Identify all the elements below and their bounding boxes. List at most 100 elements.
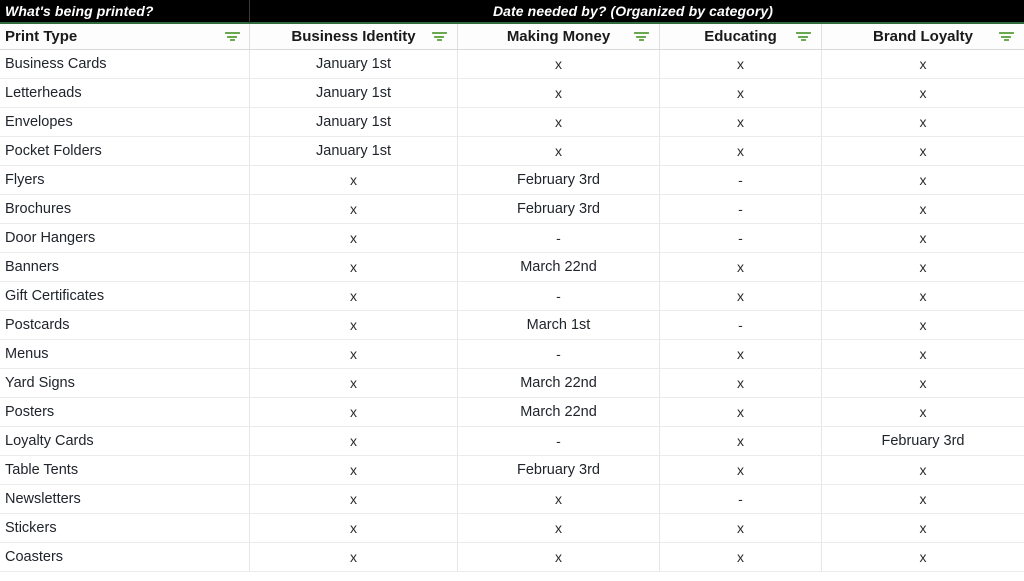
cell-business-identity[interactable]: x [250,514,458,542]
cell-business-identity[interactable]: January 1st [250,50,458,78]
cell-making-money[interactable]: - [458,427,660,455]
cell-educating[interactable]: x [660,282,822,310]
cell-print-type[interactable]: Banners [0,253,250,281]
column-header-business-identity[interactable]: Business Identity [250,24,458,49]
cell-business-identity[interactable]: x [250,543,458,571]
column-header-making-money[interactable]: Making Money [458,24,660,49]
cell-making-money[interactable]: March 22nd [458,398,660,426]
cell-making-money[interactable]: March 22nd [458,253,660,281]
cell-educating[interactable]: - [660,485,822,513]
cell-educating[interactable]: - [660,195,822,223]
cell-educating[interactable]: x [660,137,822,165]
cell-brand-loyalty[interactable]: February 3rd [822,427,1024,455]
cell-brand-loyalty[interactable]: x [822,195,1024,223]
cell-making-money[interactable]: - [458,224,660,252]
filter-icon[interactable] [998,30,1014,43]
cell-making-money[interactable]: x [458,79,660,107]
cell-brand-loyalty[interactable]: x [822,340,1024,368]
filter-icon[interactable] [224,30,240,43]
column-header-brand-loyalty[interactable]: Brand Loyalty [822,24,1024,49]
cell-print-type[interactable]: Posters [0,398,250,426]
cell-brand-loyalty[interactable]: x [822,79,1024,107]
cell-making-money[interactable]: x [458,108,660,136]
cell-brand-loyalty[interactable]: x [822,282,1024,310]
cell-brand-loyalty[interactable]: x [822,137,1024,165]
cell-educating[interactable]: x [660,369,822,397]
cell-making-money[interactable]: - [458,340,660,368]
cell-brand-loyalty[interactable]: x [822,253,1024,281]
cell-business-identity[interactable]: x [250,369,458,397]
cell-making-money[interactable]: x [458,543,660,571]
filter-icon[interactable] [633,30,649,43]
cell-print-type[interactable]: Brochures [0,195,250,223]
cell-educating[interactable]: - [660,311,822,339]
cell-brand-loyalty[interactable]: x [822,398,1024,426]
cell-brand-loyalty[interactable]: x [822,166,1024,194]
cell-making-money[interactable]: March 22nd [458,369,660,397]
cell-brand-loyalty[interactable]: x [822,543,1024,571]
cell-print-type[interactable]: Coasters [0,543,250,571]
cell-business-identity[interactable]: x [250,166,458,194]
cell-print-type[interactable]: Letterheads [0,79,250,107]
cell-educating[interactable]: x [660,427,822,455]
cell-brand-loyalty[interactable]: x [822,514,1024,542]
cell-business-identity[interactable]: January 1st [250,137,458,165]
cell-business-identity[interactable]: x [250,340,458,368]
column-header-educating[interactable]: Educating [660,24,822,49]
cell-educating[interactable]: - [660,166,822,194]
cell-business-identity[interactable]: x [250,311,458,339]
cell-business-identity[interactable]: x [250,224,458,252]
cell-making-money[interactable]: - [458,282,660,310]
cell-brand-loyalty[interactable]: x [822,311,1024,339]
cell-making-money[interactable]: February 3rd [458,456,660,484]
cell-brand-loyalty[interactable]: x [822,50,1024,78]
cell-making-money[interactable]: x [458,485,660,513]
filter-icon[interactable] [795,30,811,43]
cell-educating[interactable]: x [660,50,822,78]
cell-educating[interactable]: x [660,340,822,368]
cell-business-identity[interactable]: x [250,485,458,513]
cell-making-money[interactable]: x [458,514,660,542]
cell-print-type[interactable]: Yard Signs [0,369,250,397]
cell-educating[interactable]: x [660,456,822,484]
cell-educating[interactable]: - [660,224,822,252]
cell-business-identity[interactable]: x [250,398,458,426]
cell-print-type[interactable]: Business Cards [0,50,250,78]
cell-brand-loyalty[interactable]: x [822,224,1024,252]
cell-brand-loyalty[interactable]: x [822,456,1024,484]
cell-print-type[interactable]: Door Hangers [0,224,250,252]
cell-educating[interactable]: x [660,514,822,542]
cell-print-type[interactable]: Postcards [0,311,250,339]
cell-business-identity[interactable]: x [250,195,458,223]
cell-print-type[interactable]: Gift Certificates [0,282,250,310]
cell-business-identity[interactable]: x [250,253,458,281]
cell-brand-loyalty[interactable]: x [822,485,1024,513]
cell-business-identity[interactable]: January 1st [250,108,458,136]
cell-business-identity[interactable]: x [250,427,458,455]
cell-brand-loyalty[interactable]: x [822,108,1024,136]
cell-print-type[interactable]: Loyalty Cards [0,427,250,455]
cell-print-type[interactable]: Flyers [0,166,250,194]
cell-print-type[interactable]: Table Tents [0,456,250,484]
cell-educating[interactable]: x [660,253,822,281]
cell-print-type[interactable]: Menus [0,340,250,368]
cell-print-type[interactable]: Newsletters [0,485,250,513]
cell-making-money[interactable]: March 1st [458,311,660,339]
cell-print-type[interactable]: Pocket Folders [0,137,250,165]
cell-print-type[interactable]: Stickers [0,514,250,542]
cell-making-money[interactable]: x [458,50,660,78]
cell-educating[interactable]: x [660,398,822,426]
cell-educating[interactable]: x [660,543,822,571]
cell-educating[interactable]: x [660,79,822,107]
cell-making-money[interactable]: February 3rd [458,166,660,194]
cell-making-money[interactable]: x [458,137,660,165]
cell-business-identity[interactable]: x [250,282,458,310]
cell-business-identity[interactable]: x [250,456,458,484]
filter-icon[interactable] [431,30,447,43]
cell-business-identity[interactable]: January 1st [250,79,458,107]
cell-print-type[interactable]: Envelopes [0,108,250,136]
cell-brand-loyalty[interactable]: x [822,369,1024,397]
cell-making-money[interactable]: February 3rd [458,195,660,223]
cell-educating[interactable]: x [660,108,822,136]
column-header-print-type[interactable]: Print Type [0,24,250,49]
